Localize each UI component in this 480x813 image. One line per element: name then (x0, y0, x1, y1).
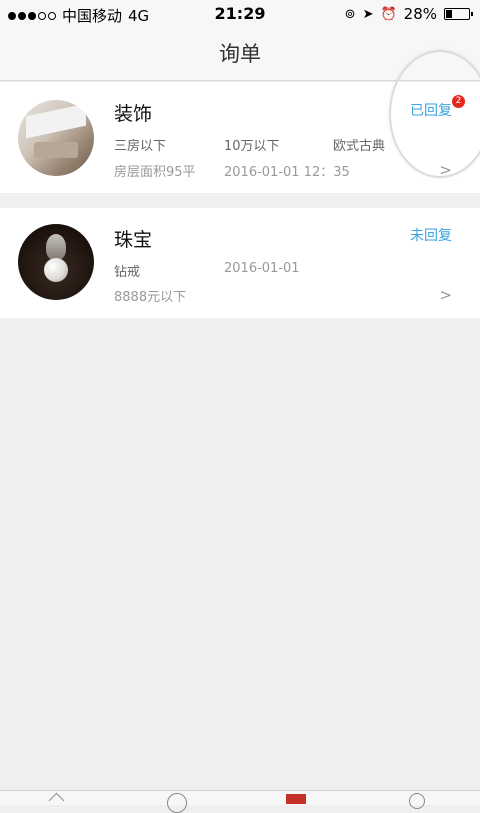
battery-level (446, 10, 452, 18)
inquiry-product: 钻戒 (114, 265, 141, 280)
profile-icon[interactable] (409, 793, 425, 809)
inquiry-budget: 10万以下 (224, 139, 280, 154)
inquiry-price: 8888元以下 (114, 290, 187, 305)
inquiry-style: 欧式古典 (333, 139, 386, 154)
home-icon[interactable] (47, 793, 67, 805)
inquiry-datetime: 2016-01-01 12：35 (224, 165, 350, 180)
inquiry-thumbnail (18, 100, 94, 176)
tab-bar (0, 790, 480, 813)
battery-percent: 28% (403, 5, 437, 23)
compass-icon[interactable] (167, 793, 187, 813)
inquiry-room-type: 三房以下 (114, 139, 167, 154)
orientation-lock-icon: ⊚ (344, 6, 356, 22)
inquiry-card-jewelry[interactable]: 珠宝 未回复 钻戒 2016-01-01 8888元以下 > (0, 208, 480, 318)
inquiry-area: 房层面积95平 (114, 165, 196, 180)
location-arrow-icon: ➤ (362, 6, 374, 22)
reply-status[interactable]: 未回复 (410, 225, 452, 245)
calendar-icon[interactable] (286, 794, 306, 804)
chevron-right-icon[interactable]: > (439, 286, 452, 304)
battery-icon (444, 8, 473, 20)
inquiry-category: 装饰 (114, 103, 153, 125)
alarm-icon: ⏰ (380, 6, 397, 22)
status-bar-right: ⊚ ➤ ⏰ 28% (344, 5, 473, 23)
inquiry-thumbnail (18, 224, 94, 300)
inquiry-date: 2016-01-01 (224, 261, 300, 276)
status-bar: 中国移动 4G 21:29 ⊚ ➤ ⏰ 28% (0, 0, 480, 28)
highlight-ring (389, 50, 480, 178)
inquiry-category: 珠宝 (114, 229, 153, 251)
